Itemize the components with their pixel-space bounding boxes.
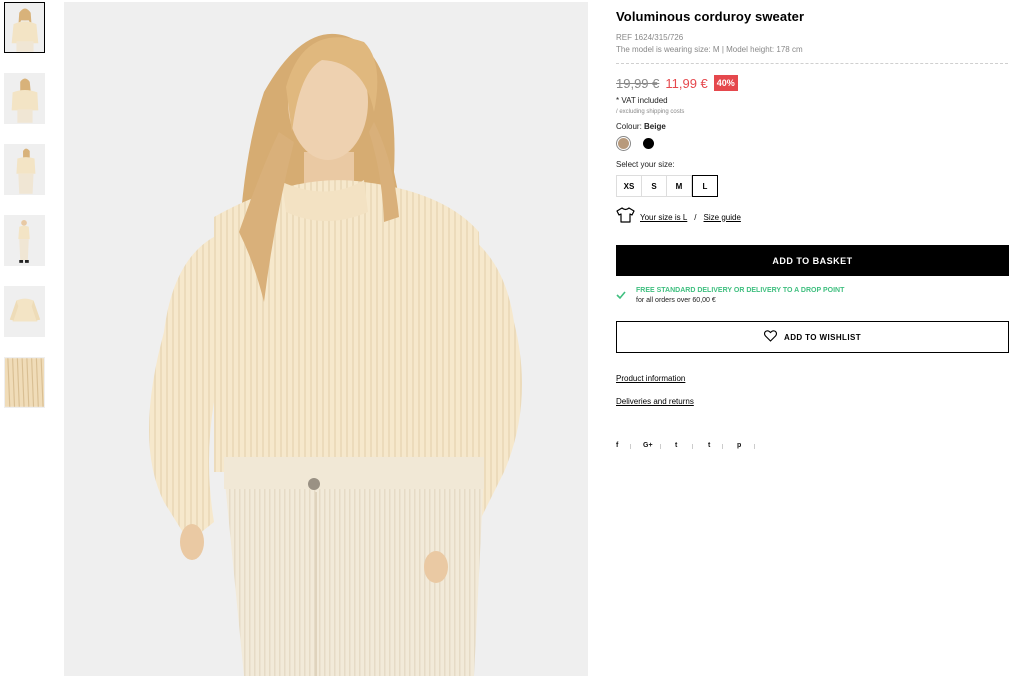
product-reference: REF 1624/315/726 bbox=[616, 33, 684, 42]
thumbnail-5[interactable] bbox=[4, 286, 45, 337]
size-selector: XS S M L bbox=[616, 175, 718, 198]
size-option-m[interactable]: M bbox=[666, 175, 692, 197]
size-guide-link[interactable]: Size guide bbox=[704, 213, 741, 222]
thumbnail-3[interactable] bbox=[4, 144, 45, 195]
size-links-separator: / bbox=[694, 212, 697, 222]
vat-note: * VAT included bbox=[616, 96, 668, 105]
social-divider bbox=[754, 444, 755, 449]
size-label: Select your size: bbox=[616, 160, 675, 169]
size-option-l[interactable]: L bbox=[692, 175, 718, 197]
wishlist-label: ADD TO WISHLIST bbox=[784, 332, 861, 342]
main-product-image[interactable] bbox=[64, 2, 588, 676]
social-divider bbox=[692, 444, 693, 449]
thumbnail-4[interactable] bbox=[4, 215, 45, 266]
thumbnail-1[interactable] bbox=[4, 2, 45, 53]
shipping-note: / excluding shipping costs bbox=[616, 109, 685, 115]
colour-label: Colour: Beige bbox=[616, 122, 666, 131]
delivery-info: FREE STANDARD DELIVERY OR DELIVERY TO A … bbox=[616, 287, 844, 305]
tshirt-icon bbox=[616, 206, 635, 228]
delivery-detail: for all orders over 60,00 € bbox=[636, 297, 716, 304]
selected-colour: Beige bbox=[644, 122, 666, 131]
colour-label-text: Colour: bbox=[616, 122, 642, 131]
discount-badge: 40% bbox=[713, 75, 738, 91]
colour-swatch-black[interactable] bbox=[643, 138, 654, 149]
product-title: Voluminous corduroy sweater bbox=[616, 9, 805, 24]
tumblr-icon[interactable]: t bbox=[708, 441, 710, 451]
thumbnail-6[interactable] bbox=[4, 357, 45, 408]
social-divider bbox=[660, 444, 661, 449]
model-info: The model is wearing size: M | Model hei… bbox=[616, 45, 803, 54]
add-to-basket-button[interactable]: ADD TO BASKET bbox=[616, 245, 1009, 276]
product-information-link[interactable]: Product information bbox=[616, 374, 685, 383]
pinterest-icon[interactable]: p bbox=[737, 441, 741, 451]
thumbnail-2[interactable] bbox=[4, 73, 45, 124]
check-icon bbox=[616, 287, 636, 305]
social-divider bbox=[630, 444, 631, 449]
size-help: Your size is L / Size guide bbox=[616, 206, 741, 228]
price-row: 19,99 € 11,99 € 40% bbox=[616, 74, 738, 92]
size-option-s[interactable]: S bbox=[641, 175, 667, 197]
twitter-icon[interactable]: t bbox=[675, 441, 677, 451]
your-size-link[interactable]: Your size is L bbox=[640, 213, 687, 222]
old-price: 19,99 € bbox=[616, 75, 660, 91]
deliveries-returns-link[interactable]: Deliveries and returns bbox=[616, 397, 694, 406]
size-option-xs[interactable]: XS bbox=[616, 175, 642, 197]
add-to-wishlist-button[interactable]: ADD TO WISHLIST bbox=[616, 321, 1009, 353]
facebook-icon[interactable]: f bbox=[616, 441, 618, 451]
google-plus-icon[interactable]: G+ bbox=[643, 441, 653, 451]
delivery-headline: FREE STANDARD DELIVERY OR DELIVERY TO A … bbox=[636, 287, 845, 294]
divider bbox=[616, 63, 1008, 64]
sale-price: 11,99 € bbox=[665, 75, 708, 91]
heart-icon bbox=[763, 330, 784, 344]
social-divider bbox=[722, 444, 723, 449]
colour-swatch-beige[interactable] bbox=[618, 138, 629, 149]
